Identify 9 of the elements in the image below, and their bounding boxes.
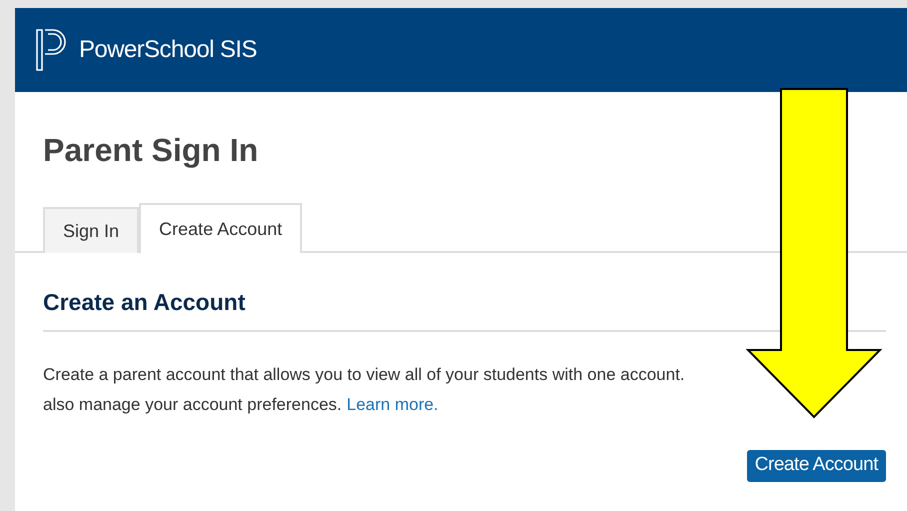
- tab[interactable]: Sign In: [43, 207, 140, 253]
- create-account-button[interactable]: Create Account: [746, 450, 886, 482]
- page-title: Parent Sign In: [43, 131, 260, 170]
- learn-more-link[interactable]: Learn more.: [346, 390, 438, 420]
- description-text: also manage your account preferences.: [43, 394, 342, 416]
- description-text: Create a parent account that allows you to view all of your students with one account.: [43, 364, 686, 386]
- app-name: PowerSchool SIS: [79, 35, 257, 65]
- logo-icon: [35, 28, 69, 72]
- tab[interactable]: Create Account: [139, 203, 302, 253]
